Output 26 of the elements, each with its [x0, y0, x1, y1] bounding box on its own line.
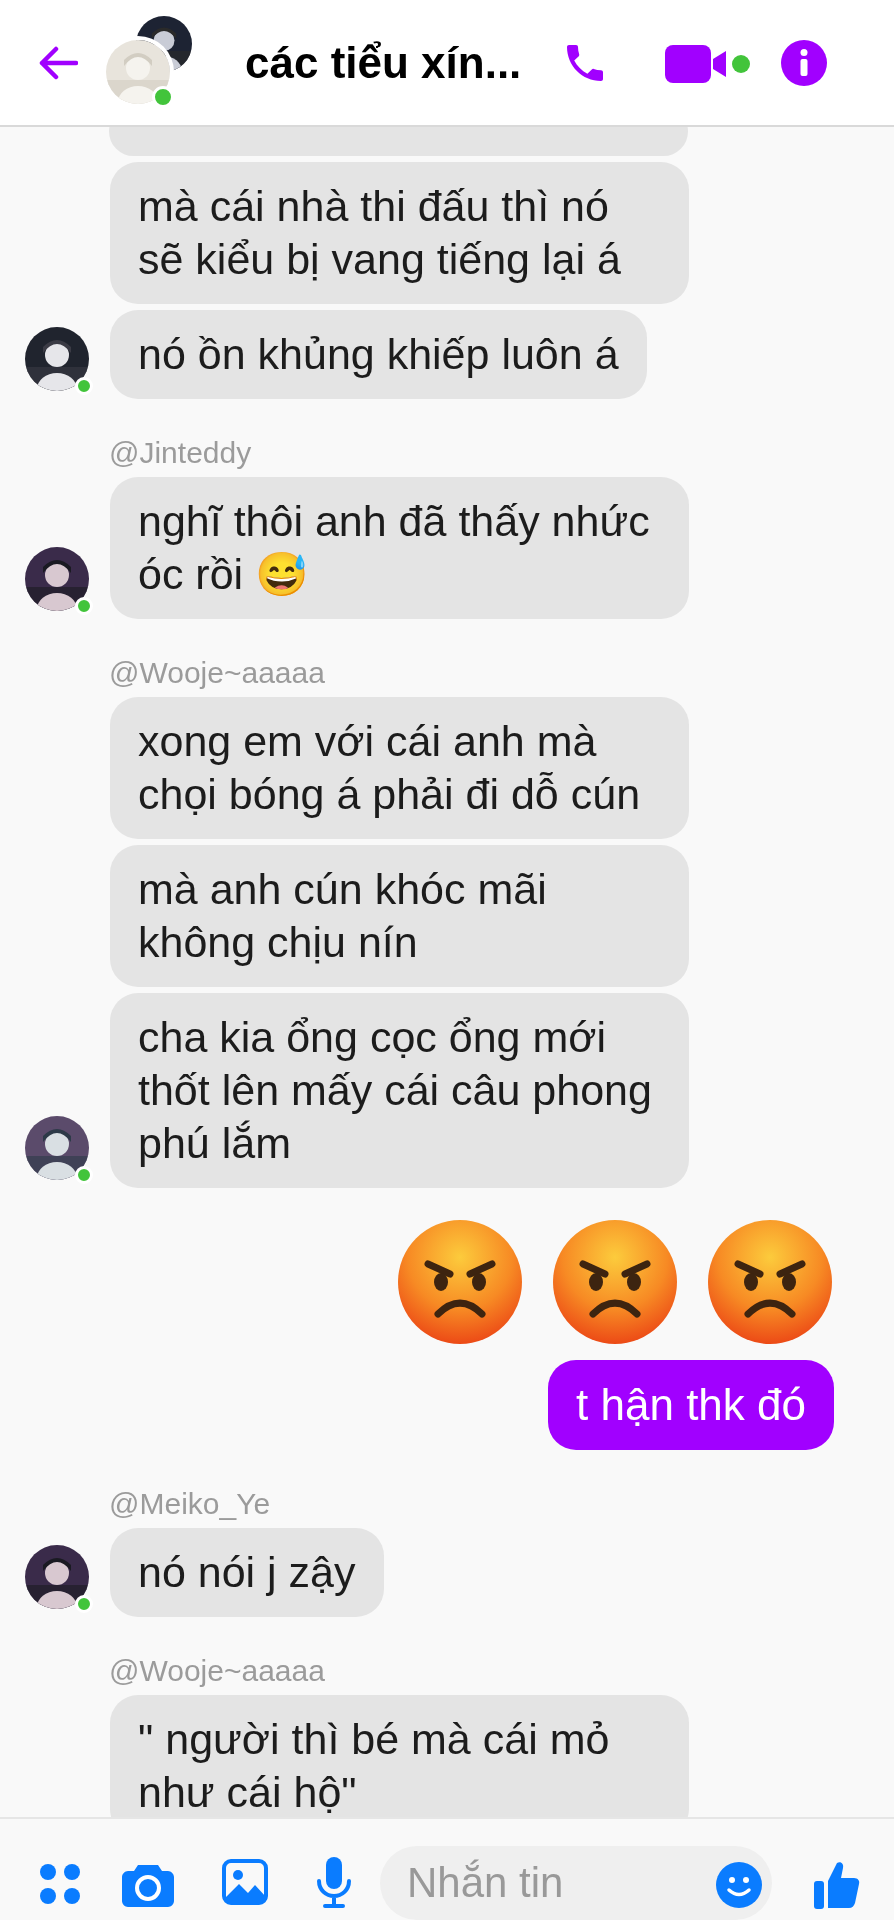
message-bubble: xong em với cái anh mà chọi bóng á phải đi dỗ cún [110, 697, 689, 839]
sender-name: @Wooje~aaaaa [109, 1653, 325, 1689]
message-bubble: mà cái nhà thi đấu thì nó sẽ kiểu bị vang tiếng lại á [110, 162, 689, 304]
message-bubble: " người thì bé mà cái mỏ như cái hộ" [110, 1695, 689, 1817]
message-bubble: nghĩ thôi anh đã thấy nhức óc rồi 😅 [110, 477, 689, 619]
sender-name: @Jinteddy [109, 435, 252, 471]
message-bubble: nó ồn khủng khiếp luôn á [110, 310, 647, 399]
video-call-icon[interactable] [665, 45, 751, 83]
message-bubble: cha kia ổng cọc ổng mới thốt lên mấy cái câu phong phú lắm [110, 993, 689, 1188]
image-icon[interactable] [222, 1859, 268, 1905]
message-bubble: t hận thk đó [548, 1360, 834, 1450]
angry-face-icon [706, 1218, 834, 1346]
sender-name: @Wooje~aaaaa [109, 655, 325, 691]
back-arrow-icon[interactable] [38, 46, 78, 80]
message-input-field[interactable]: Nhắn tin [380, 1846, 772, 1920]
chat-title[interactable]: các tiểu xín... [245, 36, 522, 90]
microphone-icon[interactable] [316, 1857, 352, 1909]
sender-name: @Meiko_Ye [109, 1486, 271, 1522]
emoji-icon[interactable] [716, 1862, 762, 1908]
thumbs-up-icon[interactable] [814, 1859, 860, 1909]
message-bubble: nó nói j zậy [110, 1528, 384, 1617]
message-bubble: mà anh cún khóc mãi không chịu nín [110, 845, 689, 987]
info-icon[interactable] [781, 40, 827, 86]
angry-face-icon [551, 1218, 679, 1346]
apps-grid-icon[interactable] [39, 1863, 81, 1905]
angry-face-icon [396, 1218, 524, 1346]
